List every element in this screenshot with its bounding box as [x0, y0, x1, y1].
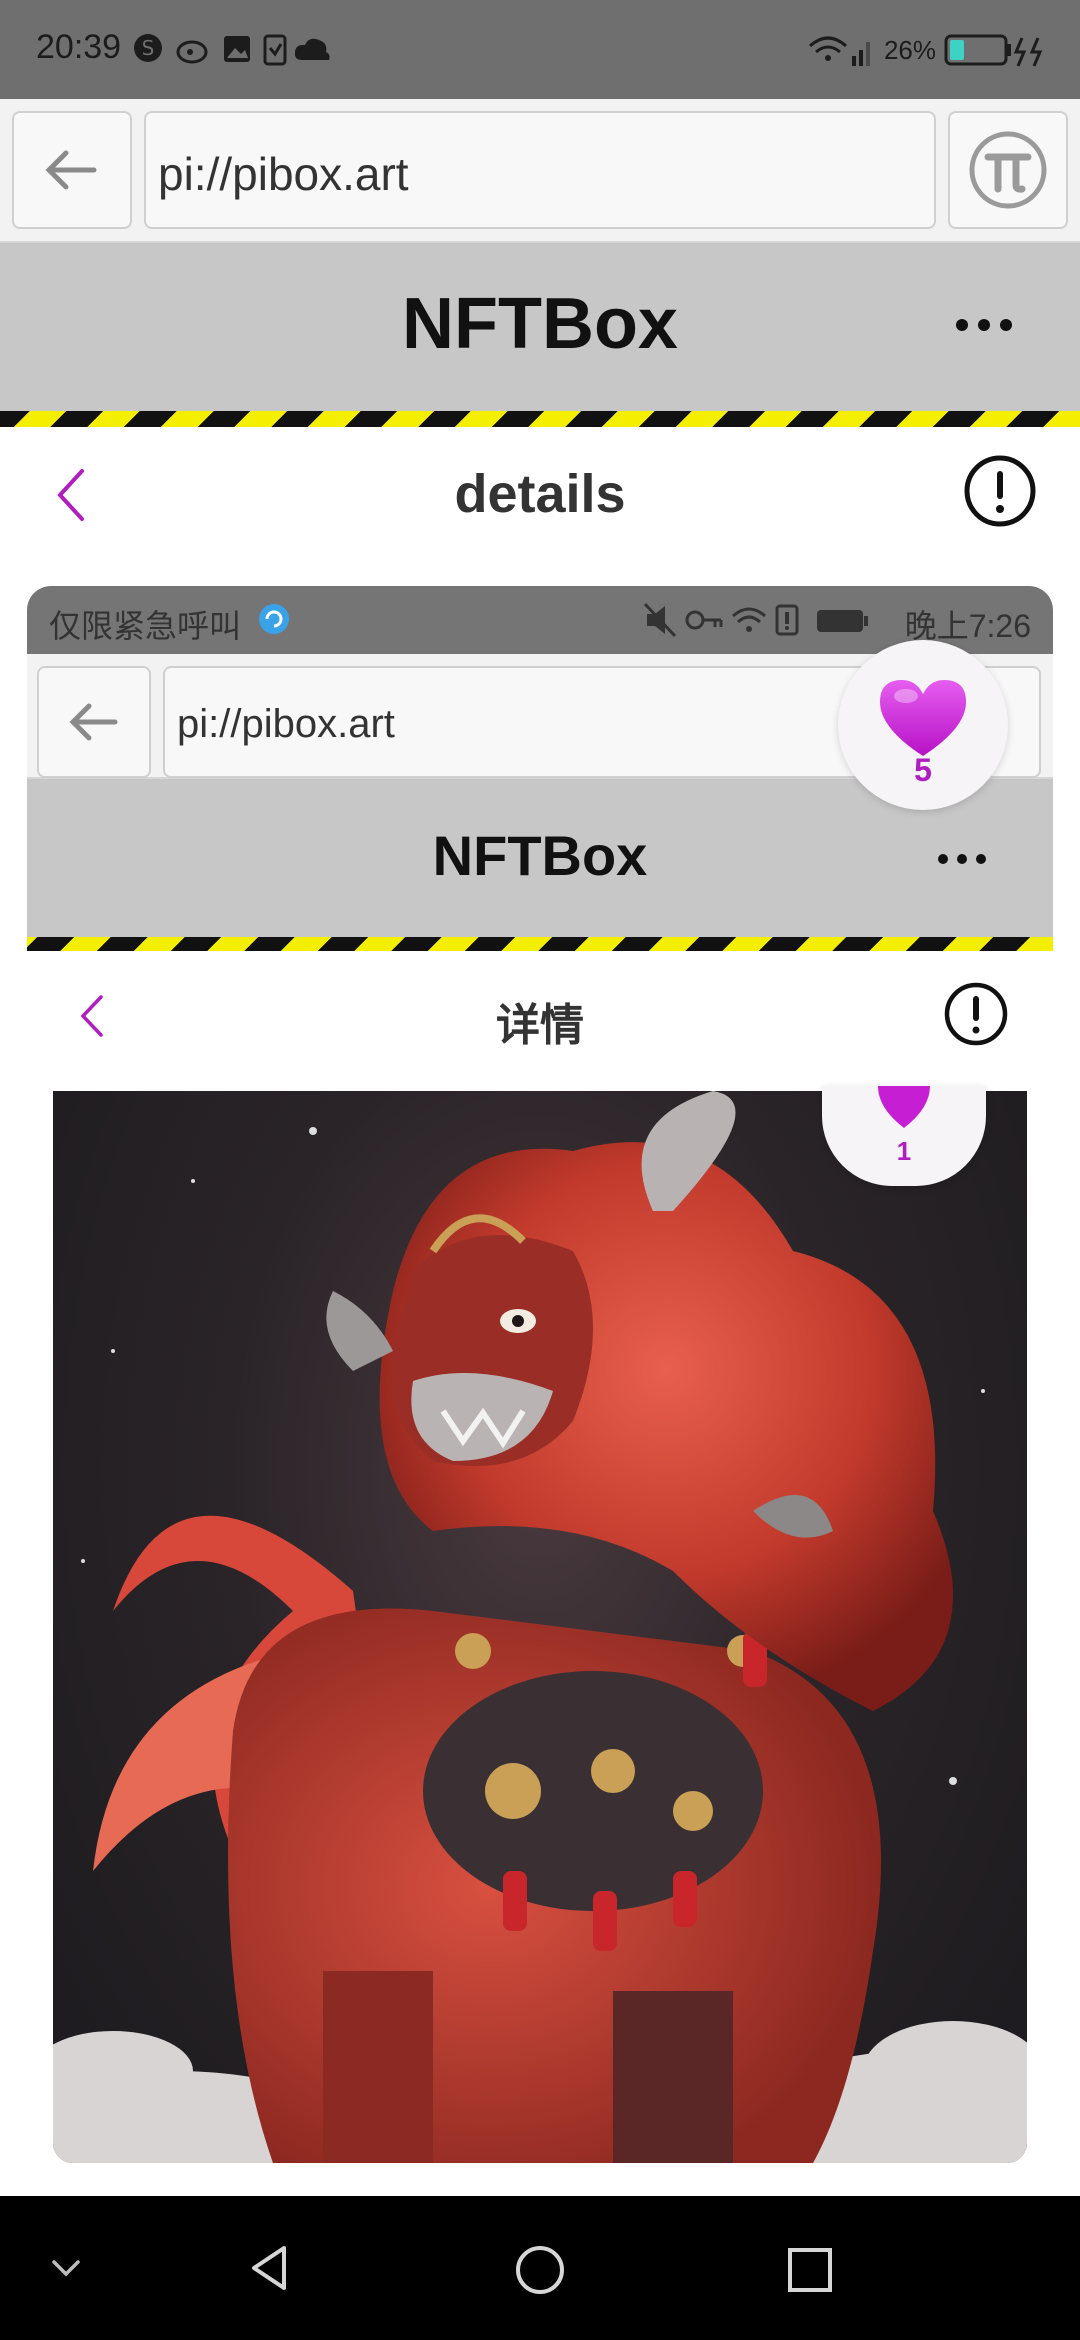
exclamation-circle-icon [944, 982, 1008, 1046]
embedded-hazard-stripe [27, 937, 1053, 951]
battery-percent: 26% [883, 34, 936, 65]
s-badge-icon: S [134, 34, 162, 62]
arrow-left-icon [69, 703, 118, 741]
weibo-icon [176, 40, 208, 64]
app-header: NFTBox [0, 243, 1080, 411]
image-icon [224, 36, 250, 62]
exclamation-circle-icon[interactable] [960, 451, 1040, 531]
arrow-left-icon [45, 150, 97, 190]
embedded-system-icons [643, 602, 868, 638]
wifi-icon [732, 607, 766, 632]
app-badge-icon [259, 604, 289, 634]
more-horizontal-icon [938, 854, 986, 864]
more-horizontal-icon[interactable] [952, 313, 1016, 337]
like-button[interactable]: 5 [838, 640, 1008, 810]
status-time: 20:39 [36, 28, 122, 66]
sim-alert-icon [775, 604, 799, 636]
embedded-status-text: 仅限紧急呼叫 [49, 608, 242, 644]
clipboard-icon [263, 34, 287, 66]
svg-text:S: S [142, 36, 155, 60]
pi-logo-icon [969, 131, 1047, 209]
system-nav-bar [0, 2196, 1080, 2340]
embedded-back-button [37, 666, 151, 778]
browser-back-button[interactable] [12, 111, 132, 229]
battery-full-icon [817, 610, 868, 632]
hazard-stripe [0, 411, 1080, 427]
chevron-down-icon[interactable] [46, 2254, 86, 2282]
dragon-lion-illustration [53, 1091, 1027, 2163]
heart-icon [878, 1086, 930, 1128]
home-circle-icon[interactable] [512, 2242, 568, 2298]
browser-bar: pi://pibox.art [0, 99, 1080, 243]
nft-screenshot-image: 仅限紧急呼叫 晚上7:26 pi://pibox.art NFTBox 详情 [27, 586, 1053, 2166]
pi-browser-button[interactable] [948, 111, 1068, 229]
heart-icon [880, 680, 966, 756]
recents-square-icon[interactable] [784, 2244, 836, 2296]
battery-icon [944, 34, 1043, 67]
key-icon [685, 610, 723, 630]
back-triangle-icon[interactable] [244, 2242, 296, 2294]
details-header: details [0, 427, 1080, 567]
charging-icon [1013, 37, 1027, 67]
url-field[interactable]: pi://pibox.art [144, 111, 936, 229]
app-title: NFTBox [402, 284, 678, 364]
details-title: details [454, 464, 626, 524]
embedded-app-title: NFTBox [432, 824, 648, 887]
like-count: 5 [914, 752, 932, 788]
embedded-like-count: 1 [896, 1136, 912, 1166]
wifi-signal-icon [808, 36, 870, 66]
mute-icon [643, 602, 677, 638]
embedded-details-header: 详情 [27, 951, 1053, 1076]
cloud-icon [294, 38, 330, 60]
status-bar: 20:39 S 26% [0, 0, 1080, 99]
embedded-details-title: 详情 [496, 1001, 584, 1050]
nft-artwork [53, 1091, 1027, 2163]
notification-icons: S [134, 34, 330, 66]
